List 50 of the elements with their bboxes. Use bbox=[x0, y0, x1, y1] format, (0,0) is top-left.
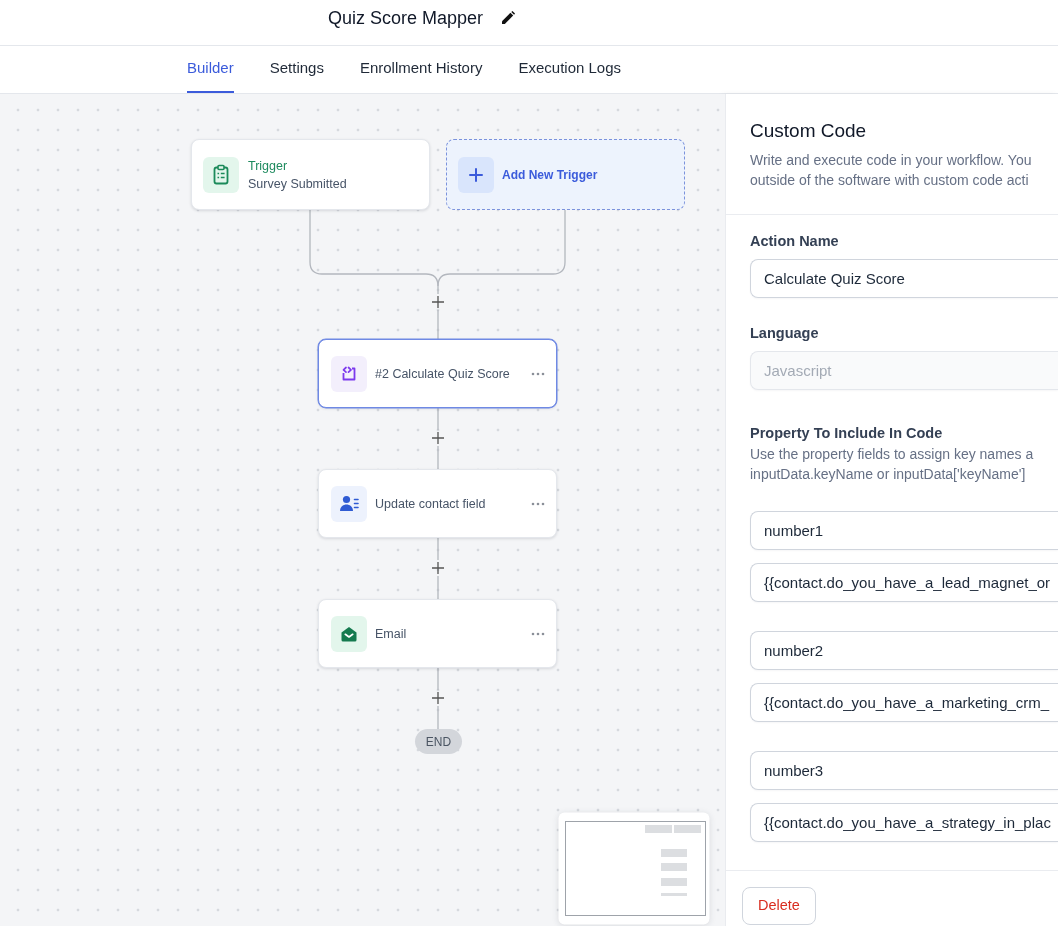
add-trigger-button[interactable]: Add New Trigger bbox=[446, 139, 685, 210]
plus-icon[interactable] bbox=[431, 561, 445, 575]
pencil-icon[interactable] bbox=[501, 11, 516, 25]
step-label: #2 Calculate Quiz Score bbox=[375, 365, 511, 383]
connector-line bbox=[437, 667, 439, 691]
tab[interactable]: Execution Logs bbox=[518, 46, 622, 93]
code-icon bbox=[331, 355, 367, 392]
section-label: Property To Include In Code bbox=[750, 424, 944, 442]
tab[interactable]: Enrollment History bbox=[359, 46, 483, 93]
connector-line bbox=[437, 537, 439, 561]
tab[interactable]: Settings bbox=[269, 46, 324, 93]
property-key-field[interactable]: number2 bbox=[750, 631, 1058, 670]
delete-button[interactable]: Delete bbox=[742, 887, 816, 925]
field-label: Action Name bbox=[750, 232, 840, 250]
property-value-field[interactable]: {{contact.do_you_have_a_lead_magnet_or bbox=[750, 563, 1058, 602]
plus-icon[interactable] bbox=[431, 691, 445, 705]
more-icon[interactable] bbox=[531, 631, 545, 636]
field-label: Language bbox=[750, 324, 820, 342]
panel-title: Custom Code bbox=[750, 119, 868, 143]
more-icon[interactable] bbox=[531, 501, 545, 506]
plus-icon bbox=[458, 156, 494, 193]
trigger-subtitle: Survey Submitted bbox=[248, 175, 347, 193]
connector-line bbox=[437, 309, 439, 340]
workflow-step-card[interactable]: Update contact field bbox=[318, 469, 557, 538]
panel-description: Write and execute code in your workflow. You outside of the software with custom code acti bbox=[750, 151, 1033, 190]
text-field[interactable]: Calculate Quiz Score bbox=[750, 259, 1058, 298]
text-field: Javascript bbox=[750, 351, 1058, 390]
property-key-field[interactable]: number1 bbox=[750, 511, 1058, 550]
person-icon bbox=[331, 485, 367, 522]
plus-icon[interactable] bbox=[431, 295, 445, 309]
connector-line bbox=[437, 705, 439, 730]
step-label: Update contact field bbox=[375, 495, 487, 513]
property-value-field[interactable]: {{contact.do_you_have_a_strategy_in_plac bbox=[750, 803, 1058, 842]
connector-line bbox=[437, 445, 439, 470]
plus-icon[interactable] bbox=[431, 431, 445, 445]
workflow-step-card[interactable]: Email bbox=[318, 599, 557, 668]
property-key-field[interactable]: number3 bbox=[750, 751, 1058, 790]
end-marker: END bbox=[415, 729, 462, 754]
trigger-card[interactable]: Trigger Survey Submitted bbox=[191, 139, 430, 210]
clipboard-icon bbox=[203, 156, 239, 193]
property-value-field[interactable]: {{contact.do_you_have_a_marketing_crm_ bbox=[750, 683, 1058, 722]
envelope-icon bbox=[331, 615, 367, 652]
workflow-step-card[interactable]: #2 Calculate Quiz Score bbox=[318, 339, 557, 408]
workflow-title: Quiz Score Mapper bbox=[328, 7, 484, 30]
more-icon[interactable] bbox=[531, 371, 545, 376]
property-help-text: Use the property fields to assign key names a inputData.keyName or inputData['keyName'] bbox=[750, 445, 1035, 484]
trigger-title: Trigger bbox=[248, 157, 289, 175]
connector-line bbox=[437, 575, 439, 600]
connector-line bbox=[437, 407, 439, 431]
step-label: Email bbox=[375, 625, 408, 643]
